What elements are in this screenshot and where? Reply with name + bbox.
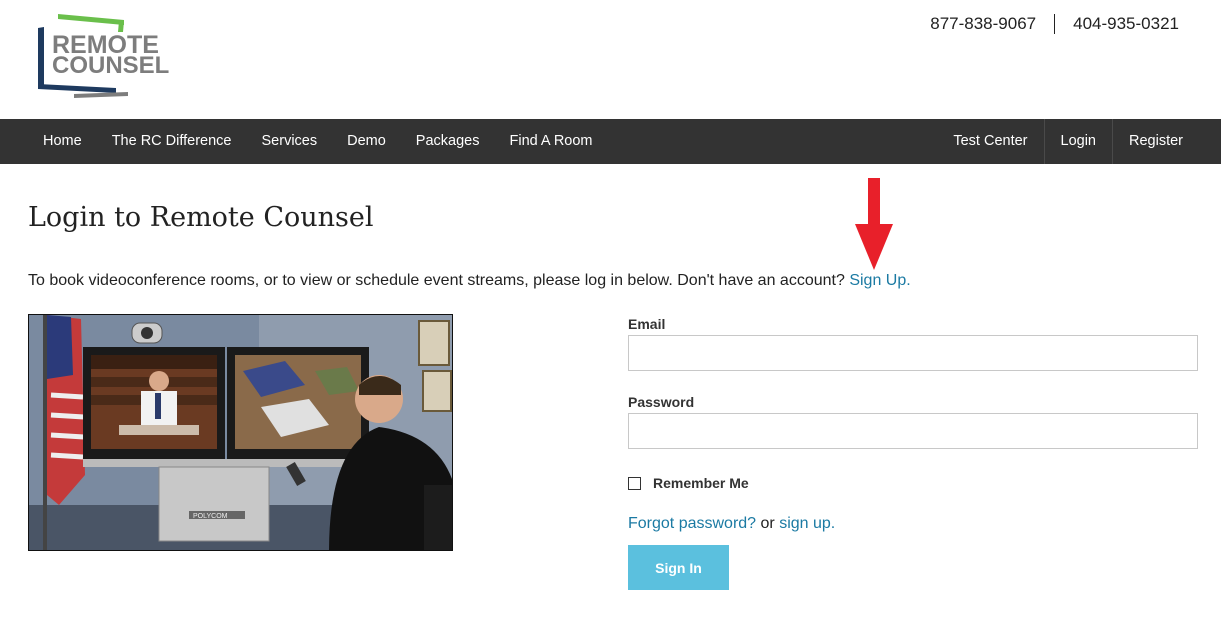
account-links: Forgot password? or sign up. bbox=[628, 515, 1198, 533]
videoconference-photo: POLYCOM bbox=[28, 314, 453, 551]
password-field[interactable] bbox=[628, 413, 1198, 449]
nav-right-group: Test Center Login Register bbox=[937, 119, 1221, 164]
svg-text:COUNSEL: COUNSEL bbox=[52, 52, 169, 79]
signup-period: . bbox=[830, 515, 836, 532]
nav-rc-difference[interactable]: The RC Difference bbox=[97, 119, 247, 164]
svg-text:POLYCOM: POLYCOM bbox=[193, 513, 228, 520]
nav-left-group: Home The RC Difference Services Demo Pac… bbox=[28, 119, 608, 164]
email-field[interactable] bbox=[628, 335, 1198, 371]
nav-find-a-room[interactable]: Find A Room bbox=[494, 119, 607, 164]
sign-in-button[interactable]: Sign In bbox=[628, 545, 729, 590]
forgot-password-link[interactable]: Forgot password? bbox=[628, 515, 756, 532]
nav-login[interactable]: Login bbox=[1043, 119, 1112, 164]
remember-me-checkbox[interactable] bbox=[628, 476, 641, 490]
phone-secondary[interactable]: 404-935-0321 bbox=[1055, 14, 1179, 34]
nav-demo[interactable]: Demo bbox=[332, 119, 401, 164]
login-form: Email Password Remember Me Forgot passwo… bbox=[628, 316, 1198, 590]
remote-counsel-logo[interactable]: REMOTE COUNSEL bbox=[36, 12, 198, 100]
site-header: REMOTE COUNSEL 877-838-9067 404-935-0321 bbox=[0, 0, 1221, 119]
nav-services[interactable]: Services bbox=[247, 119, 333, 164]
password-label: Password bbox=[628, 394, 695, 410]
nav-packages[interactable]: Packages bbox=[401, 119, 495, 164]
page-title: Login to Remote Counsel bbox=[28, 202, 374, 233]
intro-text: To book videoconference rooms, or to vie… bbox=[28, 272, 911, 290]
intro-text-body: To book videoconference rooms, or to vie… bbox=[28, 272, 850, 289]
phone-primary[interactable]: 877-838-9067 bbox=[930, 14, 1054, 34]
nav-test-center[interactable]: Test Center bbox=[937, 119, 1043, 164]
photo-illustration: POLYCOM bbox=[29, 315, 452, 550]
signup-link-top[interactable]: Sign Up bbox=[849, 272, 906, 289]
intro-period: . bbox=[906, 272, 911, 289]
email-label: Email bbox=[628, 316, 666, 332]
main-navbar: Home The RC Difference Services Demo Pac… bbox=[0, 119, 1221, 164]
arrow-down-icon bbox=[855, 178, 893, 270]
remember-me-row: Remember Me bbox=[628, 475, 1198, 491]
remember-me-label[interactable]: Remember Me bbox=[653, 475, 749, 491]
phone-numbers: 877-838-9067 404-935-0321 bbox=[930, 14, 1179, 34]
or-text: or bbox=[756, 515, 780, 532]
nav-home[interactable]: Home bbox=[28, 119, 97, 164]
signup-link-bottom[interactable]: sign up bbox=[779, 515, 831, 532]
nav-register[interactable]: Register bbox=[1112, 119, 1221, 164]
